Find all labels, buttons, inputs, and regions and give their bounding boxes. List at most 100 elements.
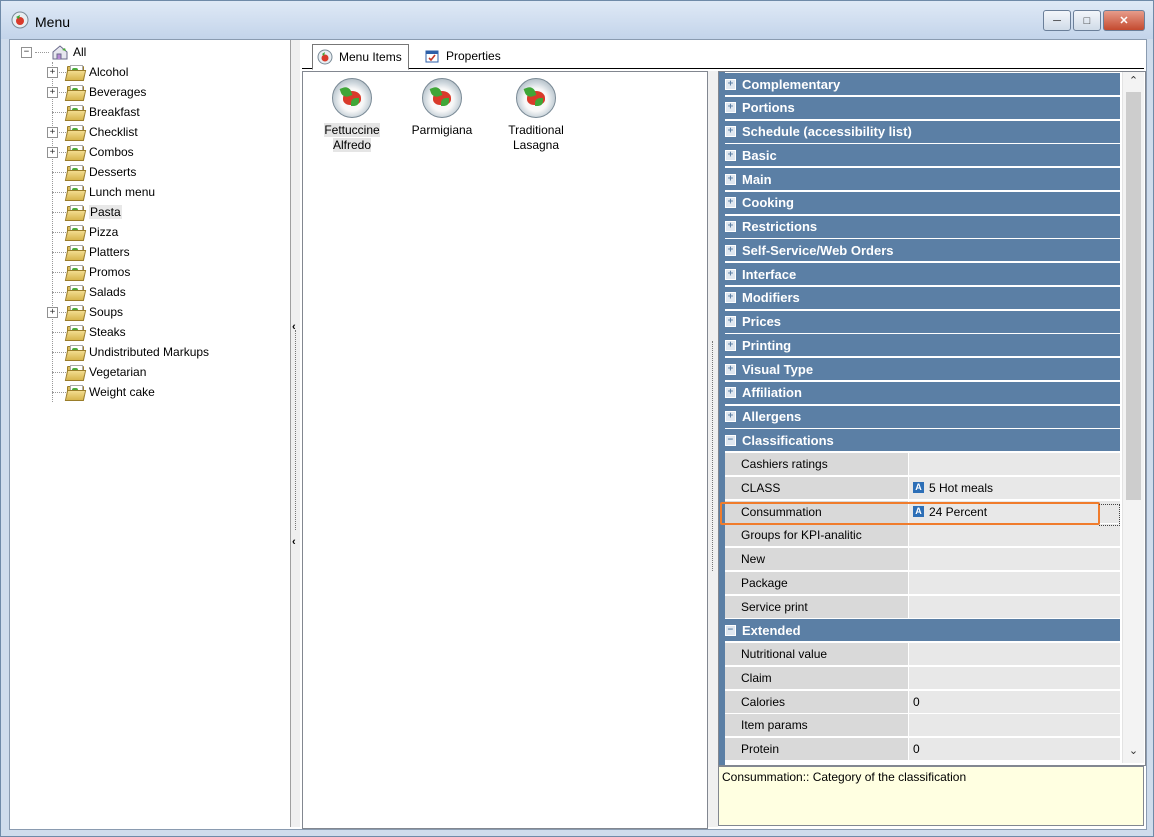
property-category[interactable]: + Self-Service/Web Orders: [719, 239, 1120, 263]
title-bar[interactable]: Menu ─ □ ✕: [1, 1, 1153, 39]
menu-item-tile[interactable]: Parmigiana: [407, 78, 477, 138]
expand-icon[interactable]: +: [725, 244, 736, 256]
property-value-cell[interactable]: A 5 Hot meals: [909, 476, 1120, 499]
property-category[interactable]: + Allergens: [719, 405, 1120, 429]
collapse-icon[interactable]: −: [725, 624, 736, 636]
tree-item[interactable]: Beverages: [64, 82, 146, 102]
tree-item[interactable]: Weight cake: [64, 382, 155, 402]
property-row[interactable]: Cashiers ratings: [719, 453, 1120, 476]
expand-icon[interactable]: +: [47, 127, 58, 138]
property-row[interactable]: Item params: [719, 714, 1120, 738]
tree-item[interactable]: Alcohol: [64, 62, 128, 82]
property-row[interactable]: New: [719, 548, 1120, 571]
property-category[interactable]: − Extended: [719, 619, 1120, 643]
tree-item[interactable]: Vegetarian: [64, 362, 146, 382]
tree-item[interactable]: Steaks: [64, 322, 126, 342]
property-row[interactable]: Consummation A 24 Percent: [719, 500, 1120, 524]
property-value-cell[interactable]: [909, 524, 1120, 547]
property-row[interactable]: Protein 0: [719, 738, 1120, 761]
tree-item[interactable]: Breakfast: [64, 102, 140, 122]
expand-icon[interactable]: +: [725, 387, 736, 399]
expand-icon[interactable]: +: [725, 268, 736, 280]
collapse-icon[interactable]: −: [21, 46, 32, 58]
property-row[interactable]: Package: [719, 571, 1120, 595]
tree-item[interactable]: Promos: [64, 262, 130, 282]
tree-item[interactable]: Desserts: [64, 162, 136, 182]
property-category[interactable]: + Prices: [719, 310, 1120, 334]
property-category[interactable]: + Complementary: [719, 73, 1120, 96]
tab-menu-items[interactable]: Menu Items: [312, 44, 409, 70]
minimize-button[interactable]: ─: [1043, 10, 1071, 31]
expand-icon[interactable]: +: [725, 197, 736, 209]
close-button[interactable]: ✕: [1103, 10, 1145, 31]
tree-item[interactable]: Undistributed Markups: [64, 342, 209, 362]
menu-items-pane[interactable]: Fettuccine Alfredo Parmigiana Traditional …: [302, 71, 708, 829]
property-category[interactable]: + Printing: [719, 334, 1120, 358]
expand-icon[interactable]: +: [47, 147, 58, 158]
property-value-cell[interactable]: [909, 453, 1120, 475]
tab-properties[interactable]: Properties: [420, 44, 507, 68]
menu-item-tile[interactable]: Fettuccine Alfredo: [317, 78, 387, 153]
tree-item[interactable]: Pasta: [64, 202, 122, 222]
property-category[interactable]: + Modifiers: [719, 286, 1120, 310]
tree-item[interactable]: Platters: [64, 242, 130, 262]
property-category[interactable]: + Restrictions: [719, 215, 1120, 239]
tree-item[interactable]: Lunch menu: [64, 182, 155, 202]
property-value-cell[interactable]: 0: [909, 690, 1120, 713]
expand-icon[interactable]: +: [47, 307, 58, 318]
property-value-cell[interactable]: [909, 666, 1120, 689]
expand-icon[interactable]: +: [725, 292, 736, 304]
property-row[interactable]: Nutritional value: [719, 643, 1120, 666]
left-splitter[interactable]: ‹ ‹: [291, 40, 300, 827]
expand-icon[interactable]: +: [725, 102, 736, 114]
category-tree[interactable]: − All + Alcohol + Beverages Breakfast + Checkl…: [10, 40, 291, 827]
property-value-cell[interactable]: [909, 595, 1120, 618]
property-category[interactable]: + Affiliation: [719, 381, 1120, 405]
collapse-icon[interactable]: −: [725, 434, 736, 446]
menu-item-tile[interactable]: Traditional Lasagna: [501, 78, 571, 153]
property-category[interactable]: − Classifications: [719, 429, 1120, 453]
expand-icon[interactable]: +: [725, 149, 736, 161]
tree-item[interactable]: Combos: [64, 142, 134, 162]
property-row[interactable]: Calories 0: [719, 690, 1120, 714]
property-value-cell[interactable]: 0: [909, 738, 1120, 760]
tree-item[interactable]: Salads: [64, 282, 126, 302]
property-grid[interactable]: + Complementary + Portions + Schedule (access…: [718, 71, 1146, 766]
tree-item[interactable]: Checklist: [64, 122, 138, 142]
expand-icon[interactable]: +: [725, 411, 736, 422]
expand-icon[interactable]: +: [725, 78, 736, 90]
expand-icon[interactable]: +: [725, 173, 736, 185]
property-category[interactable]: + Cooking: [719, 191, 1120, 215]
expand-icon[interactable]: +: [725, 221, 736, 232]
property-value-cell[interactable]: [909, 571, 1120, 594]
property-value-cell[interactable]: [909, 714, 1120, 737]
tree-item[interactable]: Pizza: [64, 222, 118, 242]
scroll-down-icon[interactable]: ⌄: [1123, 744, 1144, 761]
collapse-left-icon-2[interactable]: ‹: [292, 536, 296, 548]
property-row[interactable]: Service print: [719, 595, 1120, 619]
tree-item[interactable]: Soups: [64, 302, 123, 322]
property-category[interactable]: + Schedule (accessibility list): [719, 120, 1120, 144]
right-splitter[interactable]: [708, 71, 718, 827]
property-category[interactable]: + Main: [719, 168, 1120, 191]
property-row[interactable]: Groups for KPI-analitic: [719, 524, 1120, 548]
expand-icon[interactable]: +: [725, 363, 736, 375]
property-value-cell[interactable]: A 24 Percent: [909, 500, 1120, 523]
maximize-button[interactable]: □: [1073, 10, 1101, 31]
property-category[interactable]: + Portions: [719, 96, 1120, 120]
expand-icon[interactable]: +: [725, 339, 736, 351]
property-grid-scrollbar[interactable]: ⌃ ⌄: [1122, 72, 1144, 763]
property-category[interactable]: + Visual Type: [719, 358, 1120, 381]
property-row[interactable]: CLASS A 5 Hot meals: [719, 476, 1120, 500]
property-value-cell[interactable]: [909, 548, 1120, 570]
scroll-thumb[interactable]: [1126, 92, 1141, 500]
property-category[interactable]: + Interface: [719, 263, 1120, 286]
tree-root[interactable]: − All: [21, 42, 86, 62]
property-value-cell[interactable]: [909, 643, 1120, 665]
property-category[interactable]: + Basic: [719, 144, 1120, 168]
expand-icon[interactable]: +: [47, 67, 58, 78]
expand-icon[interactable]: +: [725, 316, 736, 327]
expand-icon[interactable]: +: [725, 126, 736, 137]
scroll-up-icon[interactable]: ⌃: [1123, 74, 1144, 91]
property-row[interactable]: Claim: [719, 666, 1120, 690]
